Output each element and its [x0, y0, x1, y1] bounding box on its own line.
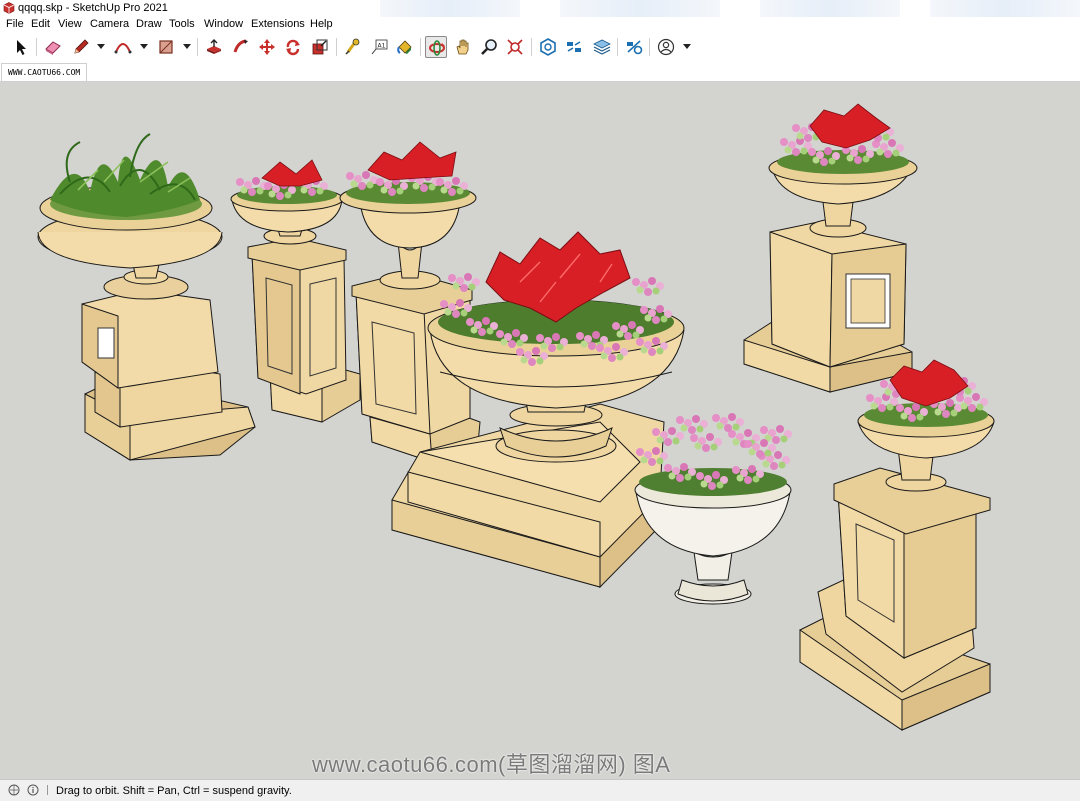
menu-bar: File Edit View Camera Draw Tools Window …	[0, 17, 1080, 33]
layout-icon	[593, 39, 611, 55]
rectangle-tool-button[interactable]	[155, 36, 177, 58]
chevron-down-icon[interactable]	[97, 44, 105, 50]
text-tool-button[interactable]: A1	[368, 36, 390, 58]
eraser-tool-button[interactable]	[42, 36, 64, 58]
planter-right-upper	[743, 103, 918, 393]
move-icon	[259, 39, 275, 55]
menu-help[interactable]: Help	[310, 18, 333, 30]
menu-draw[interactable]: Draw	[136, 18, 162, 30]
follow-me-tool-button[interactable]	[230, 36, 252, 58]
push-pull-icon	[207, 39, 221, 54]
scale-icon	[312, 39, 328, 55]
window-title: qqqq.skp - SketchUp Pro 2021	[18, 2, 168, 14]
svg-text:A1: A1	[378, 43, 386, 50]
extension-manager-button[interactable]	[623, 36, 645, 58]
background-window-blur	[930, 0, 1080, 17]
planter-fern	[37, 133, 256, 461]
background-window-blur	[760, 0, 900, 17]
move-tool-button[interactable]	[256, 36, 278, 58]
scene-tab-bar: WWW.CAOTU66.COM	[0, 61, 1080, 82]
toolbar-separator	[649, 38, 650, 56]
menu-extensions[interactable]: Extensions	[251, 18, 305, 30]
background-window-blur	[380, 0, 520, 17]
menu-view[interactable]: View	[58, 18, 82, 30]
follow-me-icon	[233, 39, 248, 53]
profile-button[interactable]	[655, 36, 677, 58]
status-bar: Drag to orbit. Shift = Pan, Ctrl = suspe…	[0, 779, 1080, 801]
tape-measure-tool-button[interactable]	[342, 36, 364, 58]
extension-warehouse-button[interactable]	[563, 36, 585, 58]
chevron-down-icon[interactable]	[683, 44, 691, 50]
orbit-icon	[429, 40, 445, 56]
scale-tool-button[interactable]	[309, 36, 331, 58]
planter-urn-front	[634, 413, 792, 605]
orbit-tool-button[interactable]	[425, 36, 447, 58]
pan-hand-icon	[456, 39, 469, 55]
menu-window[interactable]: Window	[204, 18, 243, 30]
eraser-icon	[45, 41, 61, 55]
model-scene	[37, 103, 995, 731]
toolbar-separator	[336, 38, 337, 56]
push-pull-tool-button[interactable]	[203, 36, 225, 58]
tape-measure-icon	[345, 38, 360, 55]
planter-right-lower	[799, 359, 995, 731]
text-icon: A1	[371, 39, 388, 55]
toolbar-separator	[197, 38, 198, 56]
select-tool-button[interactable]	[10, 36, 32, 58]
zoom-icon	[481, 39, 497, 55]
pan-tool-button[interactable]	[452, 36, 474, 58]
zoom-extents-tool-button[interactable]	[504, 36, 526, 58]
toolbar-separator	[36, 38, 37, 56]
arc-tool-button[interactable]	[112, 36, 134, 58]
toolbar: A1	[0, 33, 1080, 62]
title-bar: qqqq.skp - SketchUp Pro 2021	[0, 0, 1080, 17]
zoom-tool-button[interactable]	[478, 36, 500, 58]
arc-icon	[114, 43, 132, 54]
background-window-blur	[560, 0, 720, 17]
info-icon[interactable]	[27, 784, 39, 796]
paint-bucket-icon	[397, 40, 412, 54]
menu-tools[interactable]: Tools	[169, 18, 195, 30]
layout-button[interactable]	[591, 36, 613, 58]
rotate-tool-button[interactable]	[282, 36, 304, 58]
scene-tab[interactable]: WWW.CAOTU66.COM	[1, 63, 88, 81]
chevron-down-icon[interactable]	[183, 44, 191, 50]
model-viewport[interactable]: www.caotu66.com(草图溜溜网) 图A	[0, 82, 1080, 779]
toolbar-separator	[617, 38, 618, 56]
line-tool-button[interactable]	[70, 36, 92, 58]
watermark-text: www.caotu66.com(草图溜溜网) 图A	[312, 752, 671, 777]
zoom-extents-icon	[507, 39, 523, 55]
extension-manager-icon	[627, 40, 643, 55]
extension-warehouse-icon	[567, 41, 581, 52]
toolbar-separator	[420, 38, 421, 56]
menu-edit[interactable]: Edit	[31, 18, 50, 30]
menu-file[interactable]: File	[6, 18, 24, 30]
3d-warehouse-button[interactable]	[537, 36, 559, 58]
pencil-icon	[74, 39, 89, 54]
3d-warehouse-icon	[540, 38, 556, 56]
rectangle-icon	[159, 40, 173, 54]
menu-camera[interactable]: Camera	[90, 18, 129, 30]
select-arrow-icon	[17, 40, 26, 55]
status-separator	[47, 785, 48, 795]
chevron-down-icon[interactable]	[140, 44, 148, 50]
profile-icon	[657, 38, 675, 56]
paint-bucket-tool-button[interactable]	[394, 36, 416, 58]
rotate-icon	[286, 39, 300, 56]
toolbar-separator	[531, 38, 532, 56]
sketchup-app-icon	[3, 2, 15, 14]
geo-location-icon[interactable]	[8, 784, 20, 796]
status-text: Drag to orbit. Shift = Pan, Ctrl = suspe…	[56, 785, 292, 797]
